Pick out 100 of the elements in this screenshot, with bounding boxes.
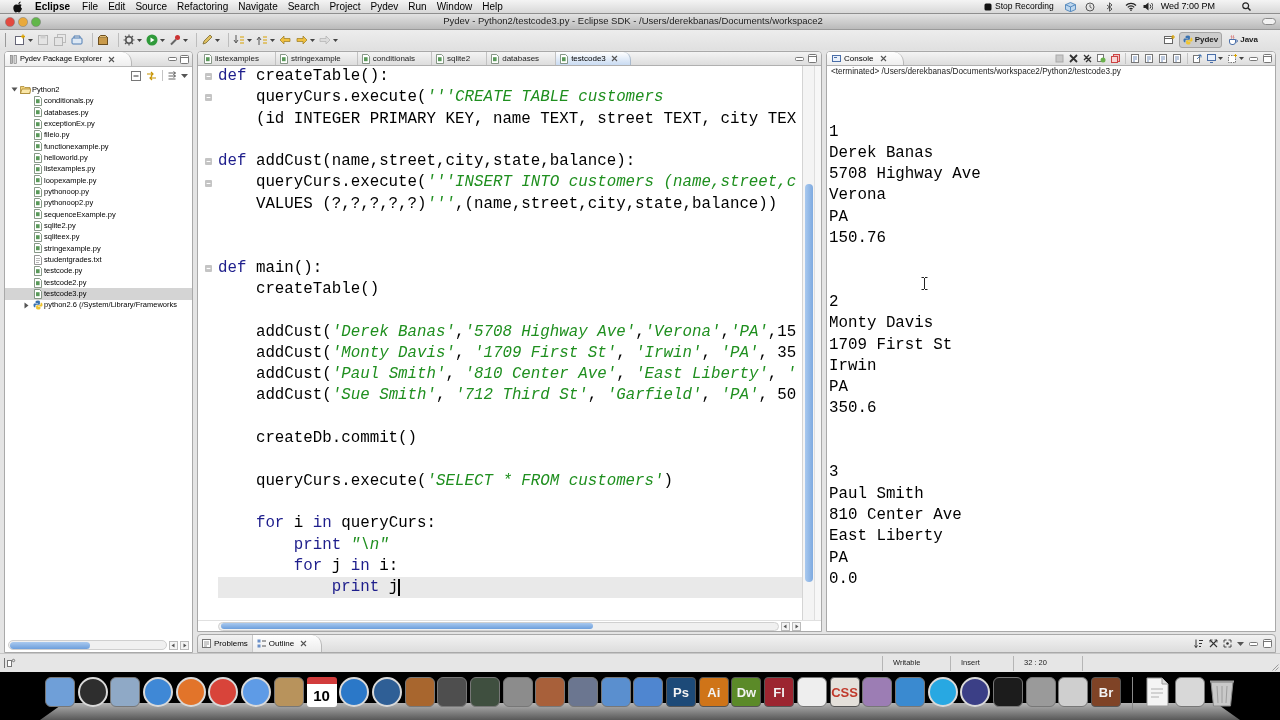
editor-tab[interactable]: listexamples bbox=[200, 52, 276, 65]
app-icon[interactable] bbox=[437, 677, 468, 707]
tool-icon[interactable] bbox=[169, 34, 181, 46]
close-icon[interactable] bbox=[610, 55, 618, 62]
menu-item[interactable]: Help bbox=[482, 1, 503, 12]
sort-icon[interactable] bbox=[1194, 639, 1204, 648]
app-icon[interactable] bbox=[1175, 677, 1206, 707]
expand-all-icon[interactable] bbox=[1223, 639, 1232, 648]
page-icon[interactable] bbox=[1145, 54, 1154, 63]
calendar-app[interactable]: 10 bbox=[306, 677, 337, 707]
app-menu[interactable]: Eclipse bbox=[35, 1, 71, 12]
maximize-icon[interactable] bbox=[180, 54, 189, 64]
app-icon[interactable] bbox=[502, 677, 533, 707]
menu-item[interactable]: Navigate bbox=[238, 1, 278, 12]
expand-arrow-icon[interactable] bbox=[23, 301, 30, 309]
app-icon[interactable] bbox=[633, 677, 664, 707]
perspective-button[interactable]: Java bbox=[1224, 32, 1262, 48]
app-logo[interactable]: Dw bbox=[731, 677, 762, 707]
scroll-right-icon[interactable] bbox=[180, 640, 189, 650]
stacked-pages-icon[interactable] bbox=[1111, 54, 1120, 63]
view-tab[interactable]: Outline bbox=[252, 635, 323, 652]
new-file-icon[interactable] bbox=[14, 34, 26, 46]
open-perspective-icon[interactable] bbox=[1163, 35, 1175, 45]
app-icon[interactable] bbox=[1058, 677, 1089, 707]
scrollbar-thumb[interactable] bbox=[221, 623, 593, 629]
close-icon[interactable] bbox=[108, 55, 116, 63]
app-icon[interactable] bbox=[600, 677, 631, 707]
perspective-button[interactable]: Pydev bbox=[1178, 32, 1223, 48]
remove-icon[interactable] bbox=[1069, 54, 1078, 63]
app-icon[interactable] bbox=[110, 677, 141, 707]
caret-icon[interactable] bbox=[137, 38, 142, 42]
scroll-left-icon[interactable] bbox=[169, 640, 178, 650]
gear-icon[interactable] bbox=[123, 34, 135, 46]
caret-icon[interactable] bbox=[28, 38, 33, 42]
menu-item[interactable]: Refactoring bbox=[177, 1, 229, 12]
arrows-icon[interactable] bbox=[168, 71, 176, 80]
scrollbar-thumb[interactable] bbox=[10, 641, 90, 649]
menu-item[interactable]: Run bbox=[408, 1, 427, 12]
window-close-button[interactable] bbox=[5, 16, 15, 27]
link-icon[interactable] bbox=[146, 70, 157, 81]
run-icon[interactable] bbox=[146, 34, 158, 46]
menu-item[interactable]: File bbox=[82, 1, 99, 12]
editor-tab[interactable]: sqlite2 bbox=[432, 52, 488, 65]
clock-icon[interactable] bbox=[1084, 1, 1095, 12]
view-tab[interactable]: Problems bbox=[198, 635, 253, 652]
page-icon[interactable] bbox=[1173, 54, 1182, 63]
editor-tab[interactable]: testcode3 bbox=[556, 52, 631, 65]
app-logo[interactable]: CSS bbox=[829, 677, 860, 707]
app-logo[interactable]: Fl bbox=[764, 677, 795, 707]
app-icon[interactable] bbox=[796, 677, 827, 707]
menu-item[interactable]: Pydev bbox=[370, 1, 399, 12]
app-icon[interactable] bbox=[273, 677, 304, 707]
minimize-icon[interactable] bbox=[1249, 56, 1258, 61]
volume-icon[interactable] bbox=[1142, 2, 1153, 11]
view-menu-icon[interactable] bbox=[1237, 641, 1244, 646]
stop-recording-icon[interactable] bbox=[984, 2, 993, 11]
caret-icon[interactable] bbox=[310, 38, 315, 42]
app-icon[interactable] bbox=[894, 677, 925, 707]
menu-item[interactable]: Window bbox=[436, 1, 473, 12]
app-logo[interactable]: Ps bbox=[666, 677, 697, 707]
page-icon[interactable] bbox=[1097, 54, 1106, 63]
view-menu-icon[interactable] bbox=[181, 73, 188, 78]
page-arrow-icon[interactable] bbox=[1193, 54, 1202, 63]
app-icon[interactable] bbox=[862, 677, 893, 707]
bluetooth-icon[interactable] bbox=[1105, 1, 1113, 12]
maximize-icon[interactable] bbox=[808, 54, 817, 63]
scroll-right-icon[interactable] bbox=[792, 621, 801, 631]
recording-menu[interactable]: Stop Recording bbox=[995, 2, 1054, 11]
minimize-icon[interactable] bbox=[795, 56, 804, 61]
scrollbar-thumb[interactable] bbox=[804, 184, 813, 582]
apple-logo-icon[interactable] bbox=[13, 0, 23, 13]
close-icon[interactable] bbox=[880, 55, 888, 62]
toolbar-toggle-button[interactable] bbox=[1262, 18, 1276, 25]
menu-item[interactable]: Source bbox=[135, 1, 168, 12]
minimize-icon[interactable] bbox=[1249, 641, 1258, 646]
minimize-icon[interactable] bbox=[168, 57, 177, 61]
collapse-arrow-icon[interactable] bbox=[11, 86, 18, 94]
display-icon[interactable] bbox=[1207, 54, 1216, 63]
horizontal-scrollbar[interactable] bbox=[8, 640, 167, 650]
caret-icon[interactable] bbox=[1239, 57, 1244, 60]
menu-bar-clock[interactable]: Wed 7:00 PM bbox=[1160, 2, 1215, 11]
maximize-icon[interactable] bbox=[1263, 54, 1272, 63]
window-plus-icon[interactable] bbox=[1228, 54, 1237, 63]
scroll-left-icon[interactable] bbox=[781, 621, 790, 631]
wifi-icon[interactable] bbox=[1124, 2, 1137, 11]
caret-icon[interactable] bbox=[333, 38, 338, 42]
caret-icon[interactable] bbox=[1218, 57, 1223, 60]
horizontal-scrollbar[interactable] bbox=[218, 621, 779, 631]
editor-tab[interactable]: conditionals bbox=[357, 52, 433, 65]
app-icon[interactable] bbox=[535, 677, 566, 707]
app-icon[interactable] bbox=[1025, 677, 1056, 707]
collapse-all-icon[interactable] bbox=[1209, 639, 1218, 648]
vertical-scrollbar[interactable] bbox=[802, 66, 814, 620]
caret-icon[interactable] bbox=[215, 38, 220, 42]
menu-item[interactable]: Search bbox=[287, 1, 320, 12]
menu-item[interactable]: Project bbox=[329, 1, 361, 12]
app-icon[interactable] bbox=[404, 677, 435, 707]
close-icon[interactable] bbox=[300, 640, 308, 647]
app-logo[interactable]: Br bbox=[1091, 677, 1121, 707]
fast-view-icon[interactable] bbox=[4, 658, 16, 668]
